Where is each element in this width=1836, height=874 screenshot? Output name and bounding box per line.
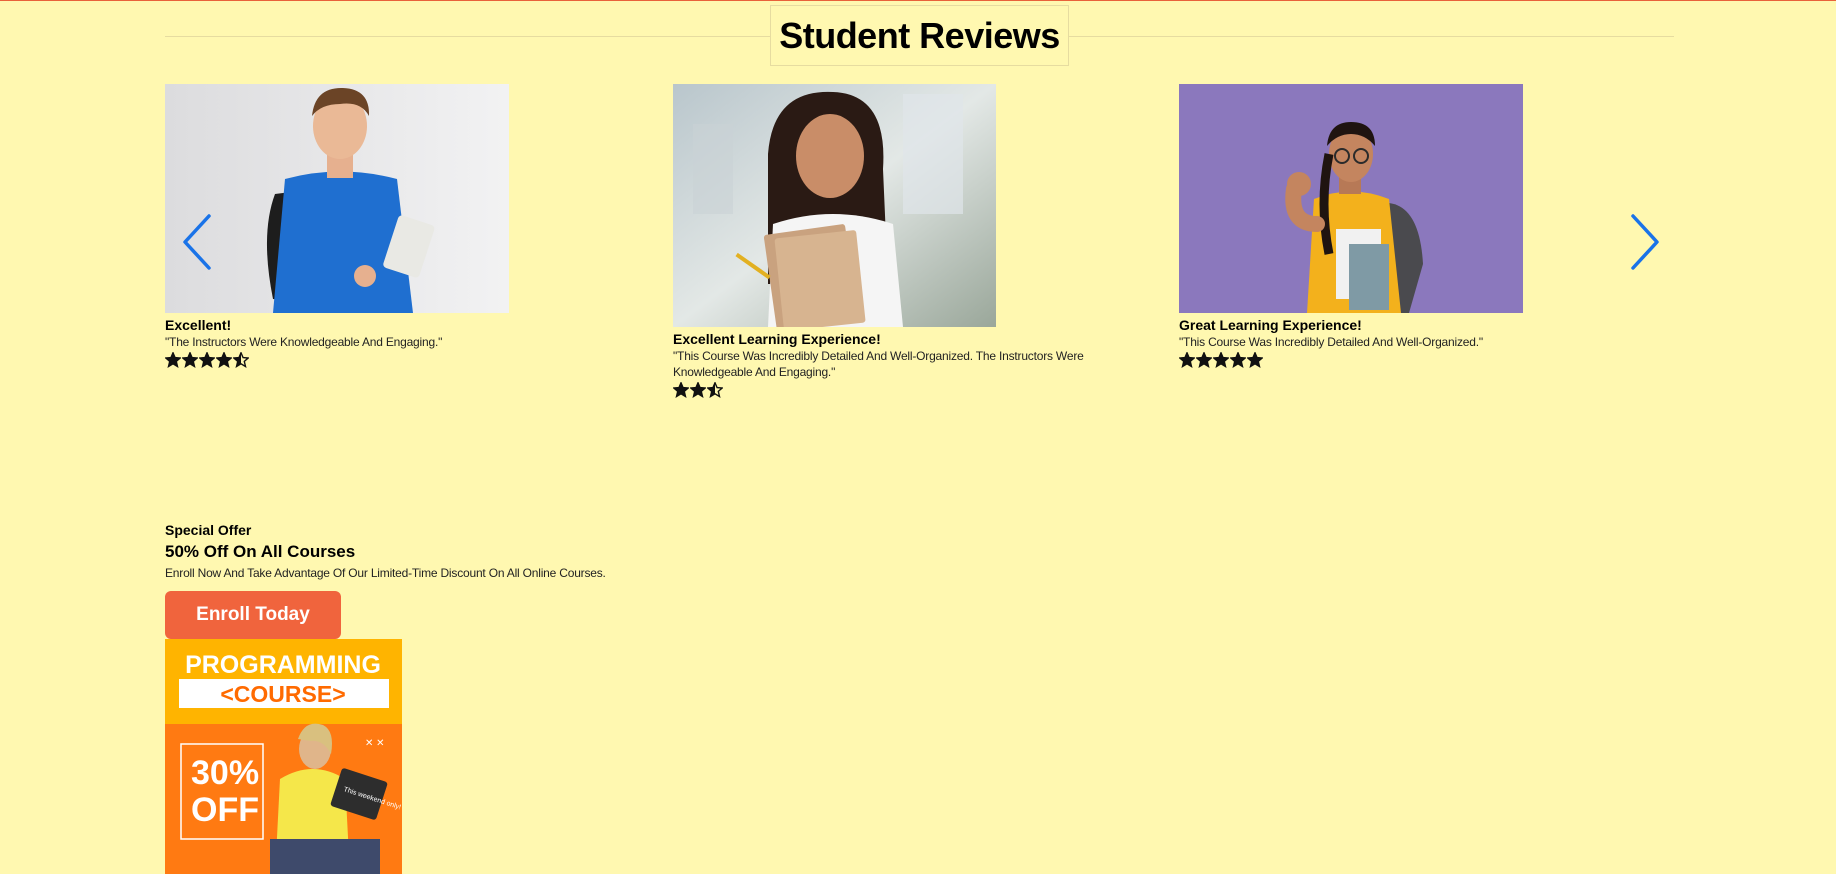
promo-banner[interactable]: PROGRAMMING <COURSE> 30% OFF ✕ ✕ This we… (165, 639, 402, 874)
section-title-box: Student Reviews (770, 5, 1069, 66)
star-full-icon (182, 351, 198, 368)
svg-text:✕ ✕: ✕ ✕ (365, 738, 385, 749)
carousel-next-button[interactable] (1627, 212, 1663, 272)
banner-discount-2: OFF (191, 791, 259, 829)
star-full-icon (1230, 351, 1246, 368)
review-card: Excellent! "The Instructors Were Knowled… (165, 84, 565, 368)
star-rating (1179, 351, 1579, 368)
review-title: Excellent Learning Experience! (673, 331, 881, 347)
section-header: Student Reviews (165, 1, 1674, 71)
chevron-left-icon (183, 214, 211, 270)
offer-eyebrow: Special Offer (165, 522, 252, 538)
review-quote: "This Course Was Incredibly Detailed And… (1179, 335, 1483, 349)
star-full-icon (1247, 351, 1263, 368)
star-full-icon (690, 381, 706, 398)
offer-headline: 50% Off On All Courses (165, 542, 356, 561)
star-half-icon (233, 351, 249, 368)
student-photo (165, 84, 509, 313)
star-full-icon (216, 351, 232, 368)
star-full-icon (1196, 351, 1212, 368)
section-title: Student Reviews (779, 14, 1060, 56)
star-full-icon (1179, 351, 1195, 368)
star-rating (673, 381, 1153, 398)
review-title: Excellent! (165, 317, 232, 333)
star-full-icon (673, 381, 689, 398)
review-card: Excellent Learning Experience! "This Cou… (673, 84, 1153, 398)
review-card: Great Learning Experience! "This Course … (1179, 84, 1579, 368)
star-full-icon (1213, 351, 1229, 368)
banner-discount-1: 30% (191, 754, 259, 792)
banner-line1: PROGRAMMING (185, 651, 381, 679)
special-offer-section: Special Offer 50% Off On All Courses Enr… (165, 521, 865, 874)
star-half-icon (707, 381, 723, 398)
star-rating (165, 351, 565, 368)
chevron-right-icon (1631, 214, 1659, 270)
student-photo (1179, 84, 1523, 313)
enroll-today-button[interactable]: Enroll Today (165, 591, 341, 639)
reviews-carousel: Excellent! "The Instructors Were Knowled… (165, 84, 1674, 404)
review-quote: "This Course Was Incredibly Detailed And… (673, 349, 1084, 379)
review-quote: "The Instructors Were Knowledgeable And … (165, 335, 443, 349)
star-full-icon (165, 351, 181, 368)
review-title: Great Learning Experience! (1179, 317, 1362, 333)
student-photo (673, 84, 996, 327)
offer-description: Enroll Now And Take Advantage Of Our Lim… (165, 566, 606, 580)
carousel-prev-button[interactable] (179, 212, 215, 272)
banner-line2: <COURSE> (220, 681, 345, 707)
star-full-icon (199, 351, 215, 368)
